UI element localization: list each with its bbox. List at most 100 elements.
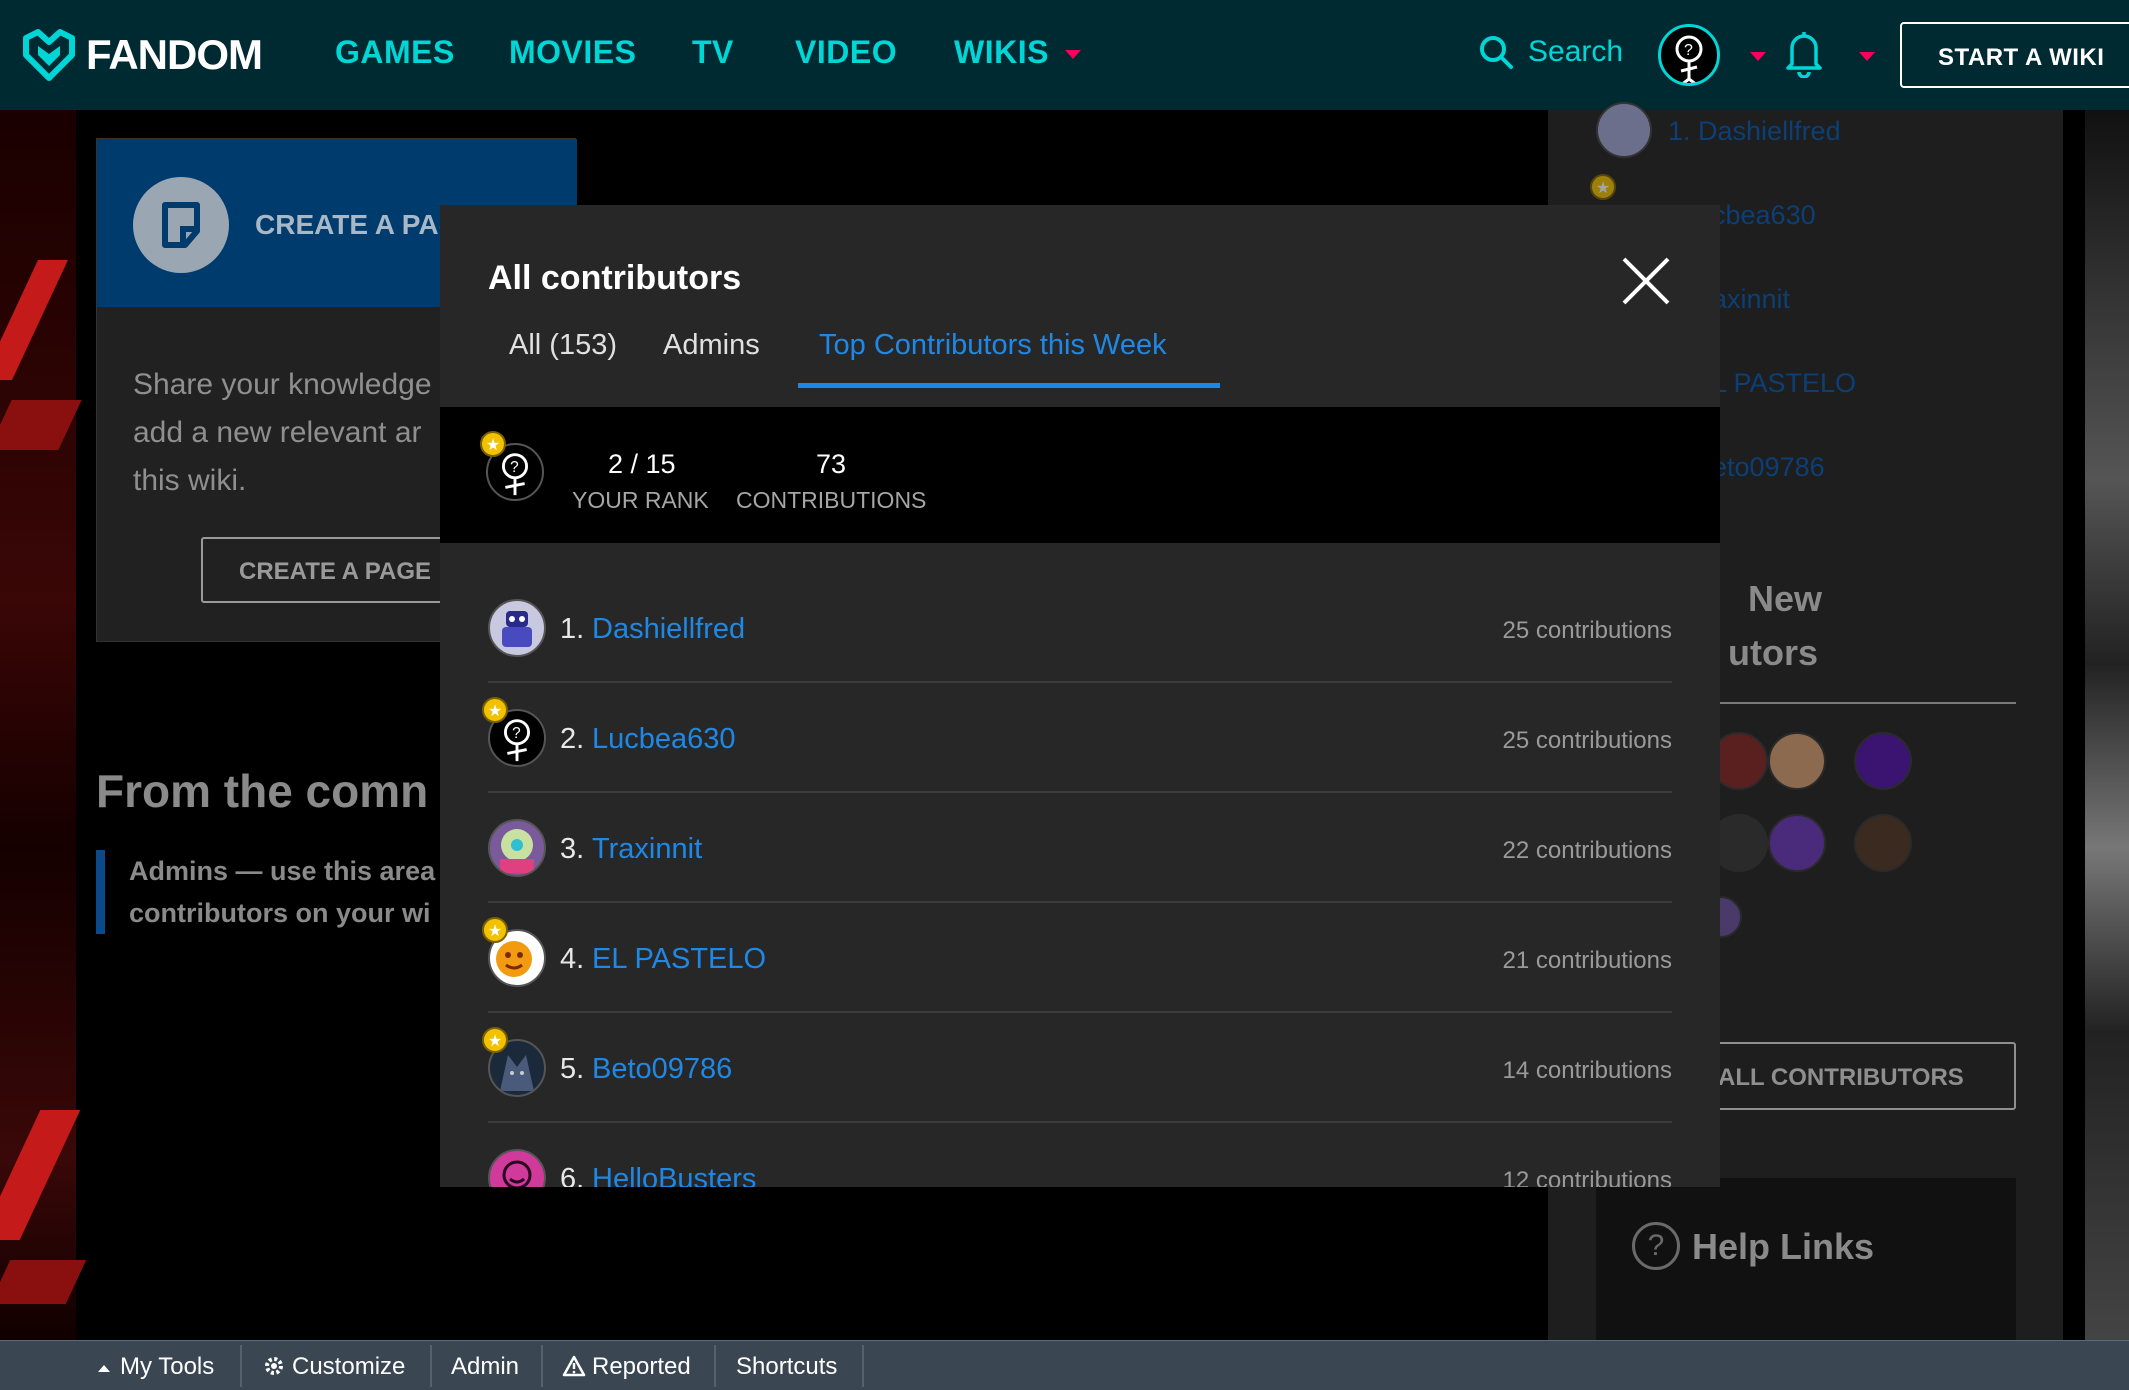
your-rank-value: 2 / 15 bbox=[608, 449, 676, 479]
modal-title: All contributors bbox=[488, 259, 742, 297]
contributor-name-link[interactable]: Lucbea630 bbox=[592, 723, 736, 756]
user-menu-chevron-icon[interactable] bbox=[1750, 52, 1766, 61]
fandom-logo[interactable]: FANDOM bbox=[22, 28, 263, 82]
search-label: Search bbox=[1528, 35, 1624, 68]
clown-avatar-icon bbox=[500, 829, 534, 873]
create-page-icon bbox=[133, 177, 229, 273]
contributor-row: 6. HelloBusters 12 contributions bbox=[488, 1123, 1672, 1187]
tab-admins[interactable]: Admins bbox=[663, 329, 760, 382]
contributor-count: 12 contributions bbox=[1502, 1167, 1672, 1187]
contributor-row: ? ★ 2. Lucbea630 25 contributions bbox=[482, 683, 1672, 793]
search-icon bbox=[1480, 36, 1513, 69]
contributor-row: ★ 4. EL PASTELO 21 contributions bbox=[482, 903, 1672, 1013]
rail-new-avatar[interactable] bbox=[1854, 732, 1912, 790]
rail-new-avatar[interactable] bbox=[1768, 732, 1826, 790]
nav-movies-link[interactable]: MOVIES bbox=[509, 34, 636, 71]
page-icon bbox=[162, 202, 200, 248]
pink-smile-avatar-icon bbox=[502, 1160, 532, 1187]
svg-text:?: ? bbox=[512, 725, 521, 742]
contributor-name-link[interactable]: Dashiellfred bbox=[592, 613, 745, 646]
reported-button[interactable]: Reported bbox=[562, 1353, 691, 1381]
customize-label: Customize bbox=[292, 1353, 406, 1380]
rail-contributor-link[interactable]: eto09786 bbox=[1712, 452, 1825, 483]
star-badge-icon: ★ bbox=[482, 917, 508, 943]
fandom-wordmark: FANDOM bbox=[86, 31, 263, 78]
contributor-count: 14 contributions bbox=[1502, 1057, 1672, 1084]
shortcuts-button[interactable]: Shortcuts bbox=[736, 1353, 837, 1381]
your-rank-label: YOUR RANK bbox=[572, 487, 709, 513]
tab-all[interactable]: All (153) bbox=[509, 329, 617, 382]
nav-wikis-dropdown[interactable]: WIKIS bbox=[954, 34, 1081, 71]
caret-up-icon bbox=[98, 1365, 110, 1372]
close-icon[interactable] bbox=[1620, 255, 1672, 307]
contributor-rank: 5. bbox=[560, 1053, 585, 1085]
contributor-rank: 4. bbox=[560, 943, 585, 975]
community-section-title: From the comn bbox=[96, 765, 429, 817]
star-badge-icon: ★ bbox=[482, 1027, 508, 1053]
reported-label: Reported bbox=[592, 1353, 691, 1380]
contributor-rank: 1. bbox=[560, 613, 585, 645]
contributor-name-link[interactable]: HelloBusters bbox=[592, 1163, 756, 1187]
help-links-title: Help Links bbox=[1692, 1226, 1875, 1267]
contributor-count: 25 contributions bbox=[1502, 727, 1672, 754]
my-tools-button[interactable]: My Tools bbox=[96, 1353, 214, 1381]
divider bbox=[541, 1345, 543, 1387]
divider bbox=[862, 1345, 864, 1387]
rail-contributor-avatar[interactable] bbox=[1596, 102, 1652, 158]
your-contributions-value: 73 bbox=[816, 449, 847, 479]
contributor-row: 1. Dashiellfred 25 contributions bbox=[488, 573, 1672, 683]
robot-avatar-icon bbox=[502, 611, 532, 647]
bell-icon bbox=[1786, 32, 1822, 79]
divider bbox=[430, 1345, 432, 1387]
svg-text:?: ? bbox=[510, 459, 519, 476]
star-badge-icon: ★ bbox=[1590, 174, 1616, 200]
contributor-rank: 2. bbox=[560, 723, 585, 755]
rail-contributor-link[interactable]: L PASTELO bbox=[1712, 368, 1856, 399]
rail-new-avatar[interactable] bbox=[1768, 814, 1826, 872]
your-contributions-label: CONTRIBUTIONS bbox=[736, 487, 927, 513]
background-art-right bbox=[2085, 110, 2129, 1340]
rail-new-contributors-title: New utors bbox=[1728, 578, 1823, 673]
chevron-down-icon bbox=[1064, 50, 1081, 60]
rail-contributor-link[interactable]: 1. Dashiellfred bbox=[1668, 116, 1841, 147]
nav-tv-link[interactable]: TV bbox=[692, 34, 734, 71]
notifications-button[interactable] bbox=[1786, 28, 1822, 83]
help-links-card: ? Help Links bbox=[1596, 1178, 2016, 1340]
admin-button[interactable]: Admin bbox=[451, 1353, 519, 1381]
create-page-heading: CREATE A PA( bbox=[255, 209, 448, 240]
nav-games-link[interactable]: GAMES bbox=[335, 34, 455, 71]
contributor-rank: 6. bbox=[560, 1163, 585, 1187]
rail-contributor-link[interactable]: axinnit bbox=[1712, 284, 1790, 315]
contributor-name-link[interactable]: Beto09786 bbox=[592, 1053, 732, 1086]
fandom-heart-icon bbox=[23, 29, 75, 81]
contributor-name-link[interactable]: Traxinnit bbox=[592, 833, 702, 866]
robot-avatar[interactable] bbox=[488, 599, 546, 657]
contributor-name-link[interactable]: EL PASTELO bbox=[592, 943, 766, 976]
search-button[interactable]: Search bbox=[1478, 34, 1623, 70]
divider bbox=[240, 1345, 242, 1387]
my-tools-label: My Tools bbox=[120, 1353, 215, 1380]
pink-smile-avatar[interactable] bbox=[488, 1149, 546, 1187]
active-tab-indicator bbox=[798, 383, 1220, 388]
contributor-count: 25 contributions bbox=[1502, 617, 1672, 644]
global-navigation: FANDOM GAMES MOVIES TV VIDEO WIKIS Searc… bbox=[0, 0, 2129, 110]
contributor-count: 21 contributions bbox=[1502, 947, 1672, 974]
all-contributors-modal: All contributors All (153) Admins Top Co… bbox=[440, 205, 1720, 1187]
start-a-wiki-button[interactable]: START A WIKI bbox=[1900, 22, 2129, 88]
star-badge-icon: ★ bbox=[480, 431, 506, 457]
contributor-row: 3. Traxinnit 22 contributions bbox=[488, 793, 1672, 903]
clown-avatar[interactable] bbox=[488, 819, 546, 877]
question-figure-avatar-icon: ? bbox=[1675, 35, 1703, 83]
contributor-rank: 3. bbox=[560, 833, 585, 865]
nav-video-link[interactable]: VIDEO bbox=[795, 34, 897, 71]
customize-button[interactable]: Customize bbox=[262, 1353, 405, 1381]
warning-icon bbox=[562, 1355, 586, 1377]
user-avatar-button[interactable]: ? bbox=[1658, 24, 1720, 86]
tab-top-contributors-week[interactable]: Top Contributors this Week bbox=[819, 329, 1167, 382]
gear-icon bbox=[265, 1357, 283, 1375]
community-admin-note: Admins — use this area contributors on yo… bbox=[96, 850, 496, 934]
rail-contributor-link[interactable]: cbea630 bbox=[1712, 200, 1816, 231]
rail-new-avatar[interactable] bbox=[1854, 814, 1912, 872]
star-badge-icon: ★ bbox=[482, 697, 508, 723]
notifications-chevron-icon[interactable] bbox=[1859, 52, 1875, 61]
